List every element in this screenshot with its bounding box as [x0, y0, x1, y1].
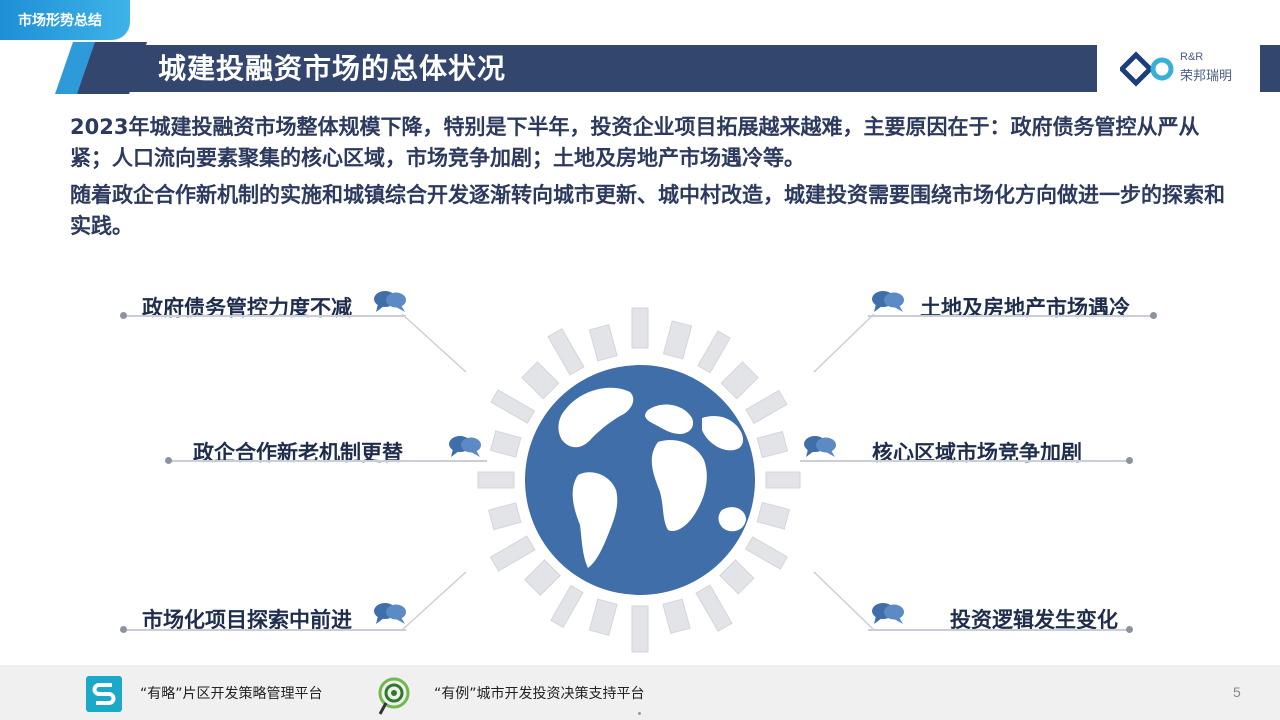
logo-text-en: R&R: [1180, 51, 1204, 63]
factor-label: 政企合作新老机制更替: [193, 441, 403, 465]
factor-left-3: 市场化项目探索中前进: [120, 600, 410, 640]
factor-label: 土地及房地产市场遇冷: [920, 296, 1130, 320]
chat-bubbles-icon: [804, 436, 836, 457]
logo-text-cn: 荣邦瑞明: [1180, 69, 1233, 84]
factor-label: 核心区域市场竞争加剧: [872, 441, 1082, 465]
magnifier-platform-icon[interactable]: [375, 676, 411, 716]
chat-bubbles-icon: [872, 291, 904, 312]
summary-paragraph-1: 2023年城建投融资市场整体规模下降，特别是下半年，投资企业项目拓展越来越难，主…: [70, 115, 1200, 170]
factor-right-1: 土地及房地产市场遇冷: [868, 288, 1160, 328]
platform-link-youlue[interactable]: “有略”片区开发策略管理平台: [140, 683, 323, 703]
platform-link-youli[interactable]: “有例”城市开发投资决策支持平台: [434, 683, 645, 703]
section-tag: 市场形势总结: [0, 0, 130, 40]
chat-bubbles-icon: [872, 603, 904, 624]
chat-bubbles-icon: [374, 603, 406, 624]
factor-label: 政府债务管控力度不减: [142, 296, 352, 320]
title-bar-end: [1260, 45, 1280, 92]
page-number: 5: [1233, 684, 1241, 700]
factor-right-3: 投资逻辑发生变化: [868, 600, 1134, 640]
page-title: 城建投融资市场的总体状况: [158, 52, 507, 85]
summary-paragraph-2: 随着政企合作新机制的实施和城镇综合开发逐渐转向城市更新、城中村改造，城建投资需要…: [70, 183, 1225, 238]
factor-right-2: 核心区域市场竞争加剧: [800, 433, 1136, 473]
globe-icon: [477, 307, 801, 653]
page-indicator-dot: [638, 712, 641, 715]
factor-left-2: 政企合作新老机制更替: [165, 433, 487, 473]
chat-bubbles-icon: [449, 436, 481, 457]
chat-bubbles-icon: [374, 291, 406, 312]
s-platform-icon[interactable]: [86, 676, 122, 712]
factor-left-1: 政府债务管控力度不减: [120, 288, 410, 328]
